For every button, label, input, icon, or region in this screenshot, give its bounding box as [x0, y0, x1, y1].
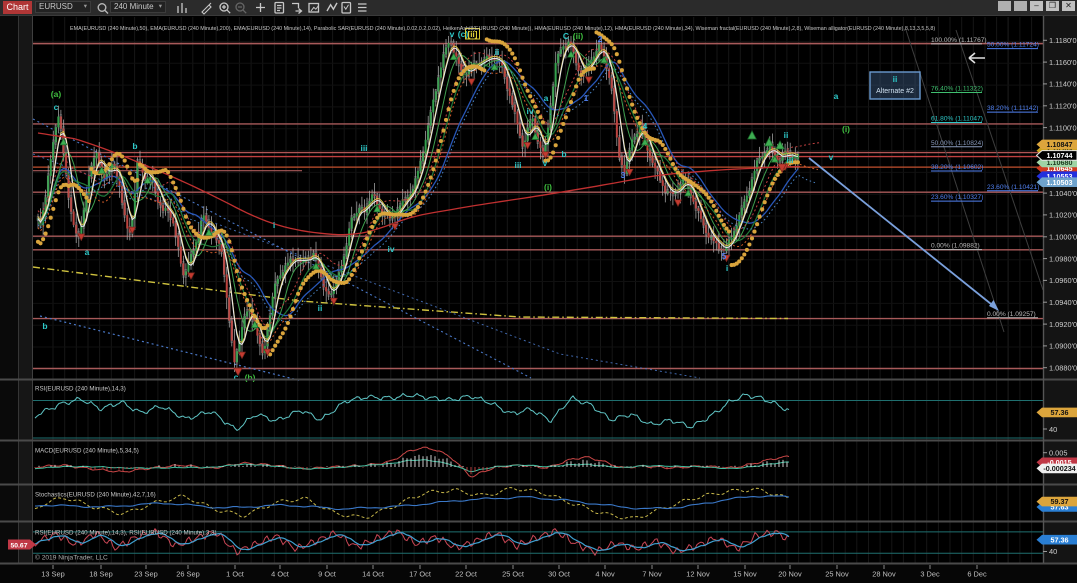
svg-text:2: 2	[598, 34, 603, 44]
svg-text:MACD(EURUSD (240 Minute),5,34,: MACD(EURUSD (240 Minute),5,34,5)	[35, 448, 139, 455]
svg-text:40: 40	[1049, 425, 1057, 434]
svg-text:iv: iv	[387, 244, 394, 254]
svg-text:Stochastics(EURUSD (240 Minute: Stochastics(EURUSD (240 Minute),42,7,16)	[35, 492, 156, 499]
svg-text:(ii): (ii)	[573, 31, 584, 41]
svg-text:0.00% (1.09882): 0.00% (1.09882)	[931, 243, 980, 250]
svg-text:1.10503: 1.10503	[1047, 178, 1073, 187]
svg-text:1.10847: 1.10847	[1047, 140, 1073, 149]
svg-text:50.00% (1.10824): 50.00% (1.10824)	[931, 140, 983, 147]
svg-text:100.00% (1.11767): 100.00% (1.11767)	[931, 37, 987, 44]
svg-text:a: a	[834, 91, 839, 101]
svg-text:22 Oct: 22 Oct	[455, 570, 477, 579]
svg-text:23 Sep: 23 Sep	[134, 570, 157, 579]
svg-text:1.0940'0: 1.0940'0	[1049, 298, 1077, 307]
svg-text:3: 3	[621, 170, 626, 180]
svg-text:1.1140'0: 1.1140'0	[1049, 80, 1077, 89]
svg-text:4 Nov: 4 Nov	[595, 570, 615, 579]
svg-text:1.0980'0: 1.0980'0	[1049, 254, 1077, 263]
svg-text:25 Oct: 25 Oct	[502, 570, 524, 579]
svg-text:v: v	[543, 158, 548, 168]
svg-text:RSI(EURUSD (240 Minute),14,3),: RSI(EURUSD (240 Minute),14,3), RSI(EURUS…	[35, 530, 217, 537]
svg-text:iii: iii	[360, 143, 367, 153]
svg-text:25 Nov: 25 Nov	[825, 570, 849, 579]
svg-text:C: C	[563, 31, 569, 41]
svg-text:4: 4	[643, 121, 648, 131]
svg-text:1.0920'0: 1.0920'0	[1049, 320, 1077, 329]
svg-text:(a): (a)	[51, 89, 62, 99]
svg-text:b: b	[42, 321, 47, 331]
svg-text:iii: iii	[786, 155, 793, 165]
svg-text:26 Sep: 26 Sep	[176, 570, 199, 579]
svg-text:(b): (b)	[245, 373, 256, 383]
svg-text:0.00% (1.09257): 0.00% (1.09257)	[987, 311, 1036, 318]
svg-text:1.0880'0: 1.0880'0	[1049, 364, 1077, 373]
svg-text:© 2019 NinjaTrader, LLC: © 2019 NinjaTrader, LLC	[35, 554, 108, 562]
svg-text:1.0960'0: 1.0960'0	[1049, 276, 1077, 285]
svg-text:1.10744: 1.10744	[1047, 151, 1073, 160]
svg-text:5: 5	[722, 251, 727, 261]
svg-text:9 Oct: 9 Oct	[318, 570, 336, 579]
svg-text:7 Nov: 7 Nov	[642, 570, 662, 579]
svg-text:1.1180'0: 1.1180'0	[1049, 36, 1077, 45]
svg-text:1.1000'0: 1.1000'0	[1049, 233, 1077, 242]
svg-text:1.1100'0: 1.1100'0	[1049, 123, 1077, 132]
svg-text:1.1040'0: 1.1040'0	[1049, 189, 1077, 198]
svg-text:23.60% (1.10327): 23.60% (1.10327)	[931, 194, 983, 201]
svg-text:23.60% (1.10421): 23.60% (1.10421)	[987, 184, 1039, 191]
svg-text:0.005: 0.005	[1049, 448, 1068, 457]
svg-text:c: c	[54, 102, 59, 112]
svg-text:15 Nov: 15 Nov	[733, 570, 757, 579]
svg-text:(i): (i)	[544, 182, 552, 192]
svg-text:38.20% (1.10602): 38.20% (1.10602)	[931, 164, 983, 171]
svg-text:i: i	[273, 220, 275, 230]
svg-text:iv: iv	[526, 106, 533, 116]
svg-text:17 Oct: 17 Oct	[409, 570, 431, 579]
svg-text:12 Nov: 12 Nov	[686, 570, 710, 579]
svg-text:1.0900'0: 1.0900'0	[1049, 342, 1077, 351]
svg-text:59.37: 59.37	[1051, 497, 1069, 506]
svg-text:14 Oct: 14 Oct	[362, 570, 384, 579]
svg-text:6 Dec: 6 Dec	[967, 570, 987, 579]
svg-text:13 Sep: 13 Sep	[41, 570, 64, 579]
svg-text:50.67: 50.67	[10, 543, 27, 550]
svg-text:61.80% (1.11047): 61.80% (1.11047)	[931, 115, 983, 122]
svg-text:b: b	[561, 149, 566, 159]
svg-text:ii: ii	[784, 130, 789, 140]
svg-text:b: b	[132, 141, 137, 151]
svg-text:57.36: 57.36	[1051, 408, 1069, 417]
svg-text:a: a	[544, 93, 549, 103]
svg-text:Alternate #2: Alternate #2	[876, 88, 914, 95]
svg-text:ii: ii	[495, 47, 500, 57]
svg-text:RSI(EURUSD (240 Minute),14,3): RSI(EURUSD (240 Minute),14,3)	[35, 386, 126, 393]
svg-text:1.1160'0: 1.1160'0	[1049, 58, 1077, 67]
svg-text:50.00% (1.11724): 50.00% (1.11724)	[987, 42, 1039, 49]
svg-text:4 Oct: 4 Oct	[271, 570, 289, 579]
svg-text:ii: ii	[893, 74, 898, 84]
svg-text:18 Sep: 18 Sep	[89, 570, 112, 579]
svg-text:v: v	[829, 152, 834, 162]
svg-text:EMA(EURUSD (240 Minute),50), E: EMA(EURUSD (240 Minute),50), EMA(EURUSD …	[70, 26, 935, 32]
svg-text:20 Nov: 20 Nov	[778, 570, 802, 579]
svg-text:3 Dec: 3 Dec	[920, 570, 940, 579]
svg-text:57.36: 57.36	[1051, 535, 1069, 544]
svg-text:ii: ii	[318, 303, 323, 313]
svg-text:1: 1	[584, 93, 589, 103]
svg-text:1 Oct: 1 Oct	[226, 570, 244, 579]
svg-text:40: 40	[1049, 547, 1057, 556]
svg-text:1.1120'0: 1.1120'0	[1049, 102, 1077, 111]
svg-text:30 Oct: 30 Oct	[548, 570, 570, 579]
svg-text:iii: iii	[514, 160, 521, 170]
svg-text:-0.000234: -0.000234	[1043, 464, 1075, 473]
svg-text:28 Nov: 28 Nov	[872, 570, 896, 579]
svg-text:a: a	[85, 247, 90, 257]
svg-text:(i): (i)	[842, 124, 850, 134]
svg-text:i: i	[726, 263, 728, 273]
svg-text:1.1020'0: 1.1020'0	[1049, 211, 1077, 220]
svg-text:38.20% (1.11142): 38.20% (1.11142)	[987, 105, 1038, 112]
svg-text:76.40% (1.11322): 76.40% (1.11322)	[931, 85, 983, 92]
